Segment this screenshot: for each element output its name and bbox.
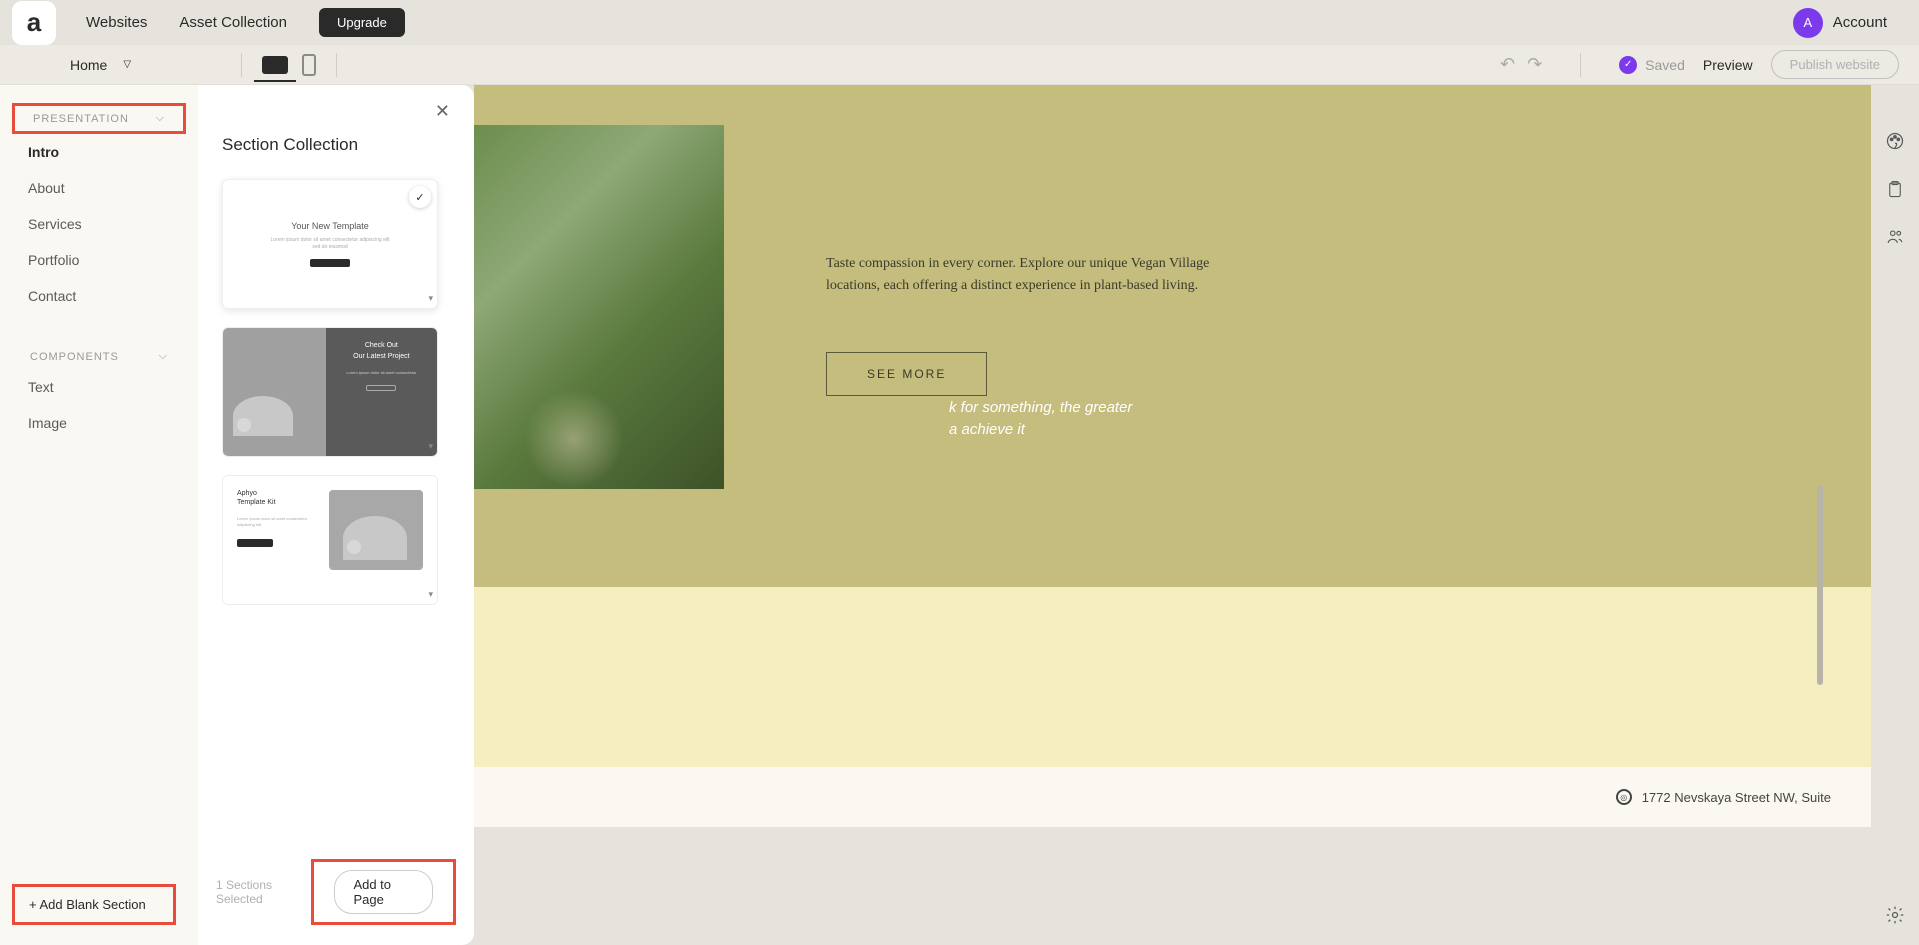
add-blank-section-button[interactable]: + Add Blank Section [12, 884, 176, 925]
clipboard-icon[interactable] [1885, 179, 1905, 199]
hero-section[interactable]: lame k for something, the greater a achi… [474, 85, 1871, 587]
divider [1580, 53, 1581, 77]
divider [241, 53, 242, 77]
chevron-down-icon[interactable]: ▾ [428, 293, 433, 304]
thumb-sub: Template Kit [237, 499, 319, 506]
mobile-device-icon[interactable] [302, 54, 316, 76]
avatar[interactable]: A [1793, 8, 1823, 38]
gear-icon[interactable] [1885, 905, 1905, 925]
page-name: Home [70, 57, 107, 73]
chevron-down-icon: ⌵ [159, 350, 168, 363]
saved-indicator: ✓ Saved [1619, 56, 1685, 74]
scrollbar[interactable] [1817, 485, 1823, 685]
close-icon[interactable]: ✕ [435, 101, 450, 122]
sidebar-item-intro[interactable]: Intro [0, 134, 198, 170]
hero-image [474, 125, 724, 489]
sidebar-item-services[interactable]: Services [0, 206, 198, 242]
category-label: PRESENTATION [33, 113, 129, 125]
check-icon: ✓ [409, 186, 431, 208]
saved-label: Saved [1645, 57, 1685, 73]
footer-address: 1772 Nevskaya Street NW, Suite [1642, 790, 1831, 805]
selected-count: 1 Sections Selected [216, 878, 311, 906]
right-tools [1871, 85, 1919, 945]
canvas-area[interactable]: lame k for something, the greater a achi… [474, 85, 1871, 945]
chevron-down-icon[interactable]: ▾ [428, 589, 433, 600]
nav-websites[interactable]: Websites [86, 14, 147, 31]
category-label: COMPONENTS [30, 351, 119, 363]
sidebar-item-portfolio[interactable]: Portfolio [0, 242, 198, 278]
left-sidebar: PRESENTATION ⌵ Intro About Services Port… [0, 85, 198, 945]
location-icon: ◎ [1616, 789, 1632, 805]
chevron-down-icon: ▽ [123, 59, 131, 70]
sidebar-item-about[interactable]: About [0, 170, 198, 206]
thumb-sub: Our Latest Project [336, 353, 427, 360]
upgrade-button[interactable]: Upgrade [319, 8, 405, 37]
chevron-down-icon: ⌵ [156, 112, 165, 125]
sidebar-item-text[interactable]: Text [0, 369, 198, 405]
nav-asset-collection[interactable]: Asset Collection [179, 14, 287, 31]
publish-button[interactable]: Publish website [1771, 50, 1899, 79]
panel-title: Section Collection [222, 135, 450, 155]
divider [336, 53, 337, 77]
add-to-page-button[interactable]: Add to Page [311, 859, 456, 925]
hero-quote: k for something, the greater a achieve i… [949, 397, 1132, 441]
top-header: a Websites Asset Collection Upgrade A Ac… [0, 0, 1919, 45]
page-selector[interactable]: Home ▽ [20, 57, 221, 73]
section-thumb-2[interactable]: Check Out Our Latest Project Lorem ipsum… [222, 327, 438, 457]
preview-link[interactable]: Preview [1703, 57, 1753, 73]
people-icon[interactable] [1885, 227, 1905, 247]
yellow-section[interactable] [474, 587, 1871, 767]
logo[interactable]: a [12, 1, 56, 45]
hero-description: Taste compassion in every corner. Explor… [826, 253, 1216, 298]
check-icon: ✓ [1619, 56, 1637, 74]
section-panel: ✕ Section Collection ✓ Your New Template… [198, 85, 474, 945]
thumb-heading: Check Out [336, 342, 427, 349]
sidebar-item-image[interactable]: Image [0, 405, 198, 441]
sidebar-item-contact[interactable]: Contact [0, 278, 198, 314]
see-more-button[interactable]: SEE MORE [826, 352, 987, 396]
footer-section[interactable]: ◎ 1772 Nevskaya Street NW, Suite [474, 767, 1871, 827]
desktop-device-icon[interactable] [262, 56, 288, 74]
chevron-down-icon[interactable]: ▾ [428, 441, 433, 452]
undo-icon[interactable]: ↶ [1500, 54, 1515, 75]
palette-icon[interactable] [1885, 131, 1905, 151]
thumb-text: Lorem ipsum dolor sit amet consectetur a… [270, 237, 390, 251]
account-link[interactable]: Account [1833, 14, 1887, 31]
redo-icon[interactable]: ↷ [1527, 54, 1542, 75]
section-thumb-3[interactable]: Aphyo Template Kit Lorem ipsum dolor sit… [222, 475, 438, 605]
category-presentation[interactable]: PRESENTATION ⌵ [12, 103, 186, 134]
thumb-title: Your New Template [270, 221, 390, 231]
category-components[interactable]: COMPONENTS ⌵ [12, 344, 186, 369]
thumb-title: Aphyo [237, 490, 319, 497]
toolbar: Home ▽ ↶ ↷ ✓ Saved Preview Publish websi… [0, 45, 1919, 85]
section-thumb-1[interactable]: ✓ Your New Template Lorem ipsum dolor si… [222, 179, 438, 309]
